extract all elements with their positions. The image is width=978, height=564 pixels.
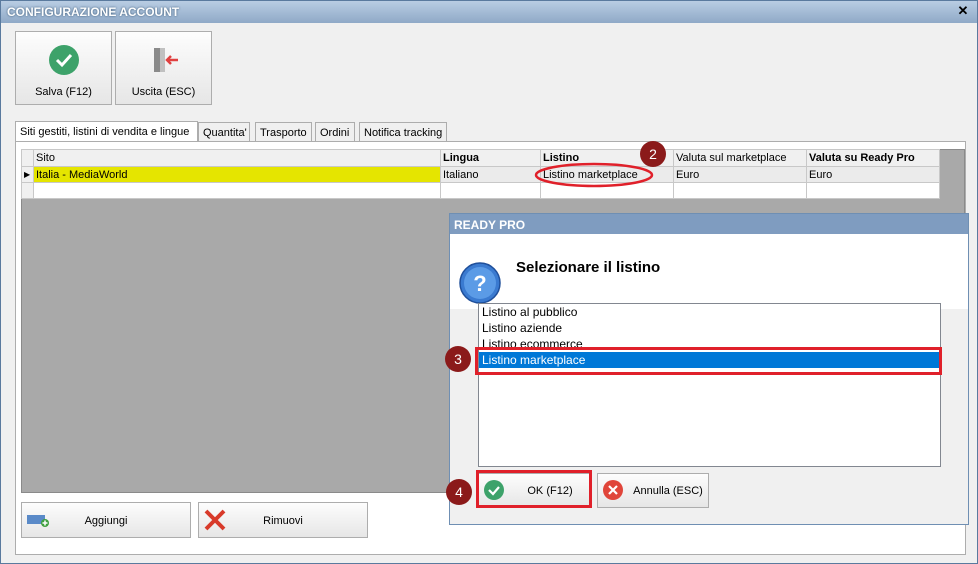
cell-valuta-marketplace[interactable]: Euro <box>673 166 807 183</box>
callout-ellipse <box>534 162 654 188</box>
cell-sito[interactable]: Italia - MediaWorld <box>33 166 441 183</box>
listino-listbox[interactable]: Listino al pubblico Listino aziende List… <box>478 303 941 467</box>
title-bar: CONFIGURAZIONE ACCOUNT ✕ <box>1 1 977 23</box>
sites-grid: Sito Lingua Listino Valuta sul marketpla… <box>21 149 940 199</box>
step-badge-3: 3 <box>445 346 471 372</box>
add-button[interactable]: Aggiungi <box>21 502 191 538</box>
checkmark-icon <box>49 45 79 75</box>
remove-button-label: Rimuovi <box>263 515 303 527</box>
col-header-valuta-ready-pro[interactable]: Valuta su Ready Pro <box>806 149 940 167</box>
add-button-label: Aggiungi <box>84 515 128 527</box>
callout-box-selected-item <box>475 347 942 375</box>
exit-button-label: Uscita (ESC) <box>131 86 196 98</box>
configurazione-account-window: CONFIGURAZIONE ACCOUNT ✕ Salva (F12) Usc… <box>0 0 978 564</box>
exit-button[interactable]: Uscita (ESC) <box>115 31 212 105</box>
window-title: CONFIGURAZIONE ACCOUNT <box>7 5 180 19</box>
tab-trasporto[interactable]: Trasporto <box>255 122 312 142</box>
save-button[interactable]: Salva (F12) <box>15 31 112 105</box>
remove-button[interactable]: Rimuovi <box>198 502 368 538</box>
tab-quantita[interactable]: Quantita' <box>198 122 250 142</box>
cell-valuta-ready-pro[interactable]: Euro <box>806 166 940 183</box>
row-pointer-icon: ▶ <box>21 166 34 183</box>
dialog-header: ? Selezionare il listino <box>450 234 968 309</box>
close-icon[interactable]: ✕ <box>955 3 971 19</box>
cell-lingua[interactable]: Italiano <box>440 166 541 183</box>
exit-door-icon <box>154 48 178 72</box>
tab-notifica-tracking[interactable]: Notifica tracking <box>359 122 447 142</box>
question-icon: ? <box>459 262 501 304</box>
col-header-lingua[interactable]: Lingua <box>440 149 541 167</box>
new-row[interactable] <box>21 182 940 199</box>
save-button-label: Salva (F12) <box>35 86 92 98</box>
dialog-message: Selezionare il listino <box>516 259 661 276</box>
tab-ordini[interactable]: Ordini <box>315 122 355 142</box>
cancel-button[interactable]: Annulla (ESC) <box>597 473 709 508</box>
callout-box-ok <box>476 470 592 508</box>
list-item[interactable]: Listino al pubblico <box>479 304 940 320</box>
dialog-title: READY PRO <box>450 214 968 234</box>
list-item[interactable]: Listino aziende <box>479 320 940 336</box>
row-header-corner <box>21 149 34 167</box>
table-row[interactable]: ▶ Italia - MediaWorld Italiano Listino m… <box>21 166 940 183</box>
cancel-button-label: Annulla (ESC) <box>633 485 703 497</box>
svg-text:?: ? <box>473 271 486 296</box>
col-header-sito[interactable]: Sito <box>33 149 441 167</box>
tab-siti-gestiti[interactable]: Siti gestiti, listini di vendita e lingu… <box>15 121 198 142</box>
step-badge-4: 4 <box>446 479 472 505</box>
step-badge-2: 2 <box>640 141 666 167</box>
cancel-icon <box>603 480 623 500</box>
col-header-valuta-marketplace[interactable]: Valuta sul marketplace <box>673 149 807 167</box>
grid-header-row: Sito Lingua Listino Valuta sul marketpla… <box>21 149 940 167</box>
